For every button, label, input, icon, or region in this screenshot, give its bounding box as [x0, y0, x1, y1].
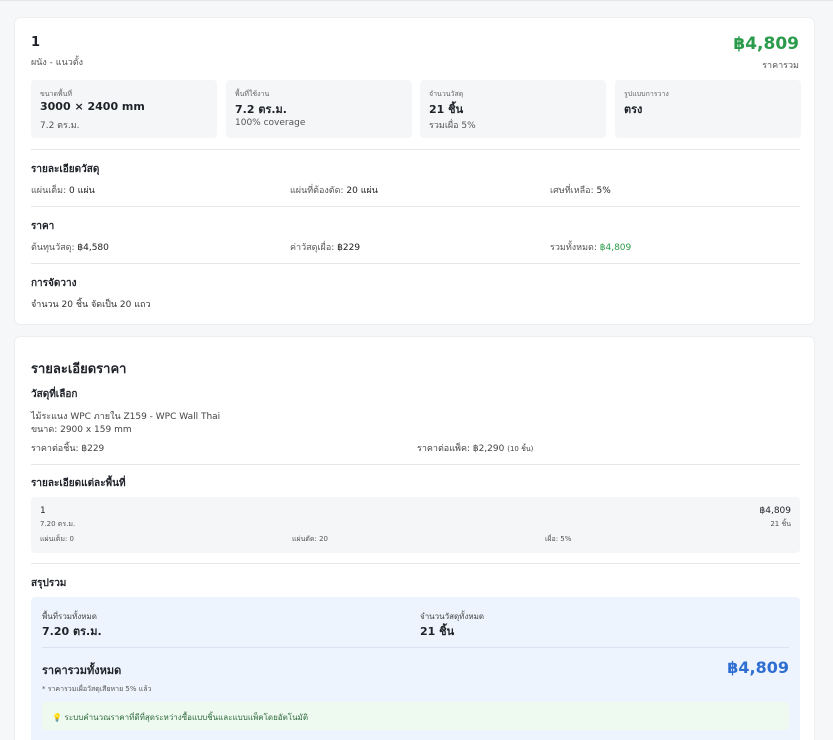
- stat-label: ขนาดพื้นที่: [40, 90, 73, 98]
- material-size: ขนาด: 2900 x 159 mm: [31, 425, 132, 435]
- stat-layout-pattern: รูปแบบการวาง ตรง: [615, 80, 801, 138]
- stat-value: 7.2 ตร.ม.: [235, 103, 287, 116]
- waste-cost: ค่าวัสดุเผื่อ: ฿229: [290, 240, 360, 254]
- area-result-card: 1 ผนัง - แนวตั้ง ฿4,809 ราคารวม ขนาดพื้น…: [14, 17, 815, 325]
- layout-text: จำนวน 20 ชิ้น จัดเป็น 20 แถว: [31, 300, 151, 310]
- material-cost: ต้นทุนวัสดุ: ฿4,580: [31, 240, 109, 254]
- summary-area-value: 7.20 ตร.ม.: [42, 625, 102, 638]
- area-title: 1: [31, 35, 41, 50]
- material-name: ไม้ระแนง WPC ภายใน Z159 - WPC Wall Thai: [31, 412, 221, 422]
- area-row-size: 7.20 ตร.ม.: [40, 520, 76, 528]
- stat-label: พื้นที่ใช้งาน: [235, 90, 270, 98]
- stat-value: 21 ชิ้น: [429, 103, 464, 116]
- area-row-price: ฿4,809: [759, 506, 792, 516]
- selected-material-title: วัสดุที่เลือก: [31, 389, 78, 400]
- stat-sub: รวมเผื่อ 5%: [429, 121, 476, 131]
- material-cost-value: ฿4,580: [77, 243, 109, 253]
- cut-sheets-value: 20 แผ่น: [346, 186, 378, 196]
- area-row-name: 1: [40, 506, 46, 516]
- area-row-full: แผ่นเต็ม: 0: [40, 535, 74, 543]
- divider: [31, 464, 800, 465]
- pricing-tip-text: ระบบคำนวณราคาที่ดีที่สุดระหว่างซื้อแบบชิ…: [64, 713, 309, 722]
- layout-section-title: การจัดวาง: [31, 278, 77, 289]
- price-per-pack: ราคาต่อแพ็ค: ฿2,290 (10 ชิ้น): [417, 441, 533, 455]
- price-total: รวมทั้งหมด: ฿4,809: [550, 240, 631, 254]
- grand-total-value: ฿4,809: [727, 658, 789, 677]
- divider: [31, 206, 800, 207]
- cut-sheets-label: แผ่นที่ต้องตัด:: [290, 186, 344, 196]
- area-subtitle: ผนัง - แนวตั้ง: [31, 58, 84, 68]
- cut-sheets: แผ่นที่ต้องตัด: 20 แผ่น: [290, 183, 378, 197]
- stat-label: รูปแบบการวาง: [624, 90, 669, 98]
- area-row: 1 7.20 ตร.ม. ฿4,809 21 ชิ้น แผ่นเต็ม: 0 …: [31, 497, 800, 553]
- area-row-cut: แผ่นตัด: 20: [292, 535, 328, 543]
- per-area-title: รายละเอียดแต่ละพื้นที่: [31, 478, 126, 489]
- stat-value: ตรง: [624, 103, 643, 116]
- price-total-value: ฿4,809: [599, 243, 632, 253]
- grand-total-label: ราคารวมทั้งหมด: [42, 664, 122, 677]
- full-sheets: แผ่นเต็ม: 0 แผ่น: [31, 183, 95, 197]
- price-detail-card: รายละเอียดราคา วัสดุที่เลือก ไม้ระแนง WP…: [14, 336, 815, 740]
- price-per-pack-value: ราคาต่อแพ็ค: ฿2,290: [417, 444, 505, 454]
- summary-divider: [42, 647, 789, 648]
- waste-value: 5%: [596, 186, 611, 196]
- stat-value: 3000 × 2400 mm: [40, 100, 145, 113]
- stat-usable-area: พื้นที่ใช้งาน 7.2 ตร.ม. 100% coverage: [226, 80, 412, 138]
- divider: [31, 263, 800, 264]
- price-per-piece: ราคาต่อชิ้น: ฿229: [31, 444, 105, 454]
- top-border: [0, 0, 833, 3]
- waste-note: * ราคารวมเผื่อวัสดุเสียหาย 5% แล้ว: [42, 685, 152, 693]
- waste: เศษที่เหลือ: 5%: [550, 183, 611, 197]
- divider: [31, 149, 800, 150]
- pack-quantity: (10 ชิ้น): [507, 445, 534, 453]
- pricing-tip: 💡 ระบบคำนวณราคาที่ดีที่สุดระหว่างซื้อแบบ…: [42, 702, 789, 730]
- summary-title: สรุปรวม: [31, 578, 67, 589]
- full-sheets-label: แผ่นเต็ม:: [31, 186, 67, 196]
- waste-label: เศษที่เหลือ:: [550, 186, 594, 196]
- full-sheets-value: 0 แผ่น: [69, 186, 95, 196]
- price-total-label: รวมทั้งหมด:: [550, 243, 597, 253]
- price-detail-title: รายละเอียดราคา: [31, 362, 127, 377]
- area-row-qty: 21 ชิ้น: [770, 520, 791, 528]
- stat-sub: 7.2 ตร.ม.: [40, 121, 80, 131]
- summary-qty-value: 21 ชิ้น: [420, 625, 455, 638]
- lightbulb-icon: 💡: [52, 713, 62, 722]
- waste-cost-label: ค่าวัสดุเผื่อ:: [290, 243, 335, 253]
- material-detail-title: รายละเอียดวัสดุ: [31, 164, 100, 175]
- stat-label: จำนวนวัสดุ: [429, 90, 464, 98]
- area-row-waste: เผื่อ: 5%: [545, 535, 572, 543]
- waste-cost-value: ฿229: [337, 243, 361, 253]
- area-total-price: ฿4,809: [733, 34, 799, 54]
- stat-dimensions: ขนาดพื้นที่ 3000 × 2400 mm 7.2 ตร.ม.: [31, 80, 217, 138]
- stat-sub: 100% coverage: [235, 118, 306, 128]
- divider: [31, 563, 800, 564]
- area-total-label: ราคารวม: [762, 61, 799, 71]
- price-section-title: ราคา: [31, 221, 55, 232]
- summary-box: พื้นที่รวมทั้งหมด 7.20 ตร.ม. จำนวนวัสดุท…: [31, 597, 800, 740]
- stat-material-count: จำนวนวัสดุ 21 ชิ้น รวมเผื่อ 5%: [420, 80, 606, 138]
- material-cost-label: ต้นทุนวัสดุ:: [31, 243, 75, 253]
